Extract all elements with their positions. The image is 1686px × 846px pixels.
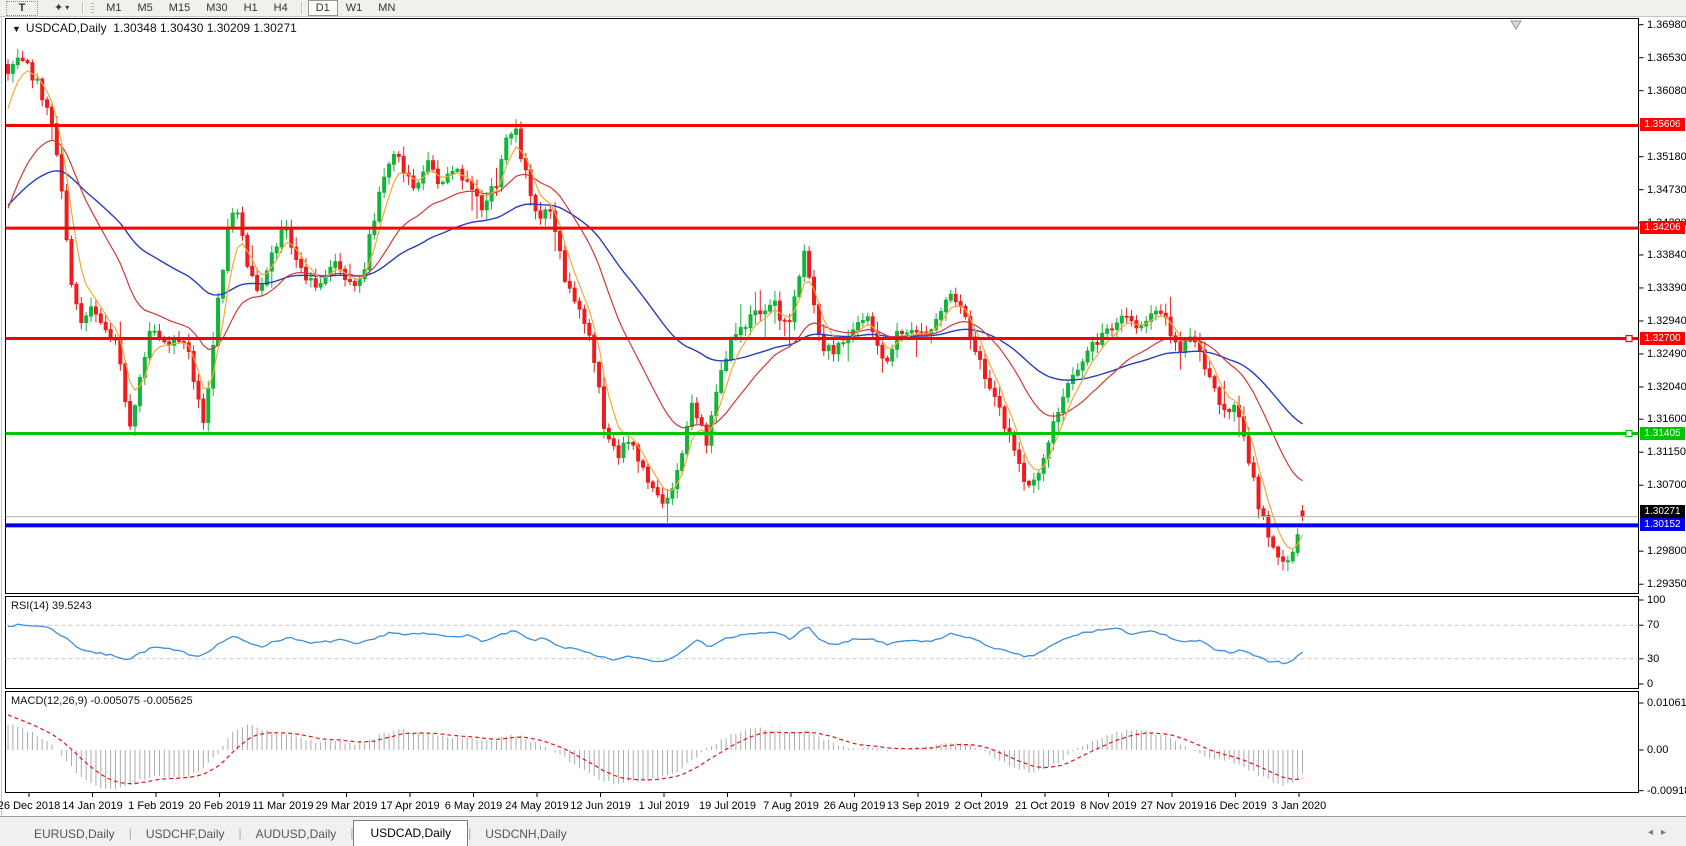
chart-tab-usdchf[interactable]: USDCHF,Daily bbox=[132, 823, 239, 846]
tab-scroll-left-icon[interactable]: ◂ bbox=[1648, 827, 1661, 838]
main-chart-svg[interactable] bbox=[0, 0, 1686, 845]
trading-platform-window: T ✦ ▾ M1 M5 M15 M30 H1 H4 D1 W1 MN ▼ USDCAD,Daily… bbox=[0, 0, 1686, 846]
chart-tab-audusd[interactable]: AUDUSD,Daily bbox=[242, 823, 351, 846]
tab-scroll-right-icon[interactable]: ▸ bbox=[1661, 827, 1674, 838]
chart-tab-bar: EURUSD,Daily | USDCHF,Daily | AUDUSD,Daily | U… bbox=[0, 816, 1686, 846]
tab-scroll-arrows[interactable]: ◂▸ bbox=[1648, 827, 1674, 846]
chart-tab-eurusd[interactable]: EURUSD,Daily bbox=[20, 823, 129, 846]
chart-tab-usdcnh[interactable]: USDCNH,Daily bbox=[471, 823, 580, 846]
chart-tab-usdcad[interactable]: USDCAD,Daily bbox=[353, 820, 469, 846]
